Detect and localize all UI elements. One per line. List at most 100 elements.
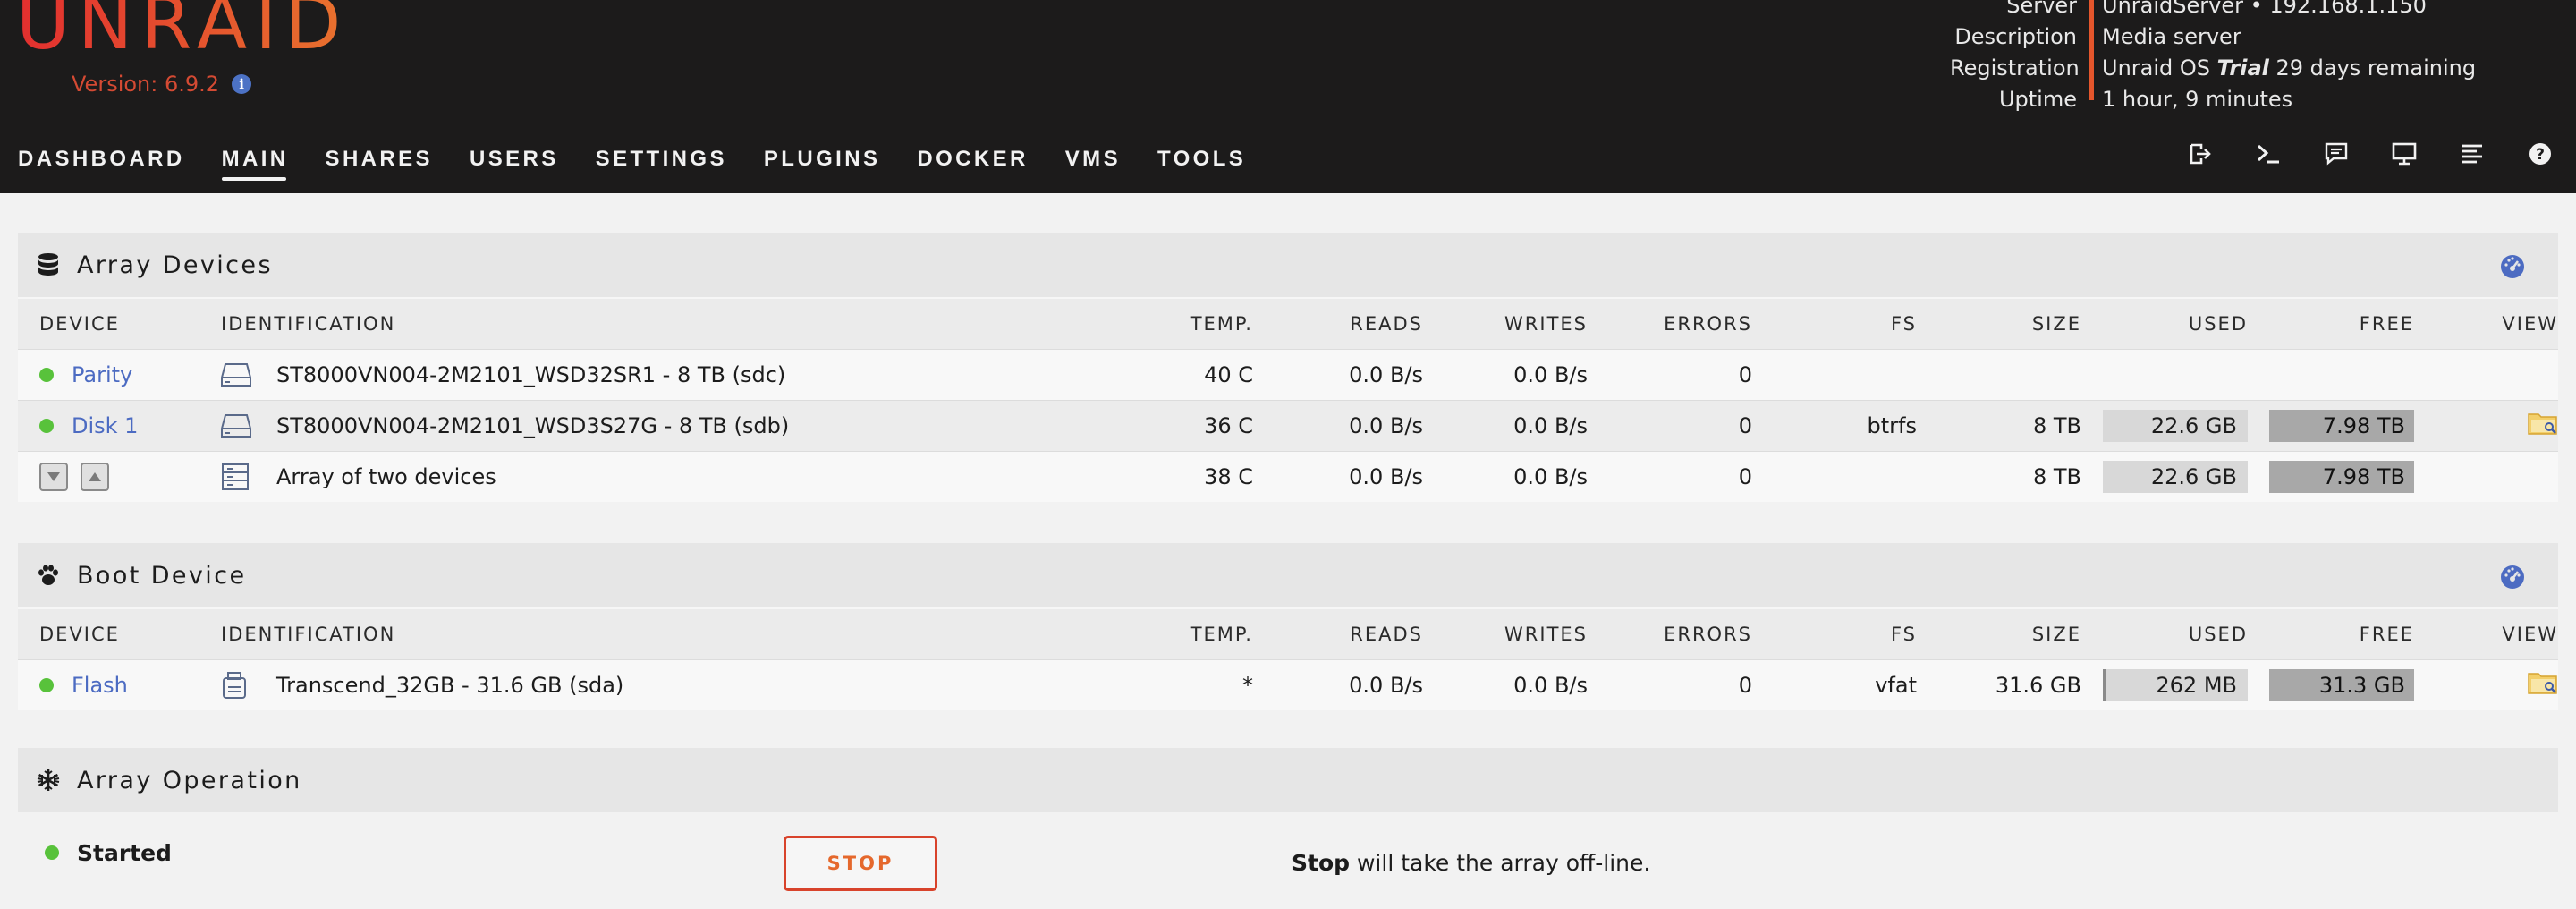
server-info: Server UnraidServer • 192.168.1.150 Desc… — [1950, 0, 2576, 115]
temp-cell: * — [1242, 673, 1253, 698]
table-header: DEVICE IDENTIFICATION TEMP. READS WRITES… — [18, 607, 2558, 659]
used-cell: 22.6 GB — [2081, 461, 2248, 493]
registration-trial: Trial — [2216, 55, 2269, 81]
writes-cell[interactable]: 0.0 B/s — [1423, 673, 1588, 698]
col-fs: FS — [1890, 624, 1917, 645]
writes-cell[interactable]: 0.0 B/s — [1423, 413, 1588, 438]
device-link[interactable]: Parity — [72, 362, 132, 387]
registration-suffix: 29 days remaining — [2268, 55, 2477, 81]
reads-cell[interactable]: 0.0 B/s — [1258, 362, 1423, 387]
col-identification: IDENTIFICATION — [221, 624, 396, 645]
col-errors: ERRORS — [1664, 624, 1752, 645]
tab-docker[interactable]: DOCKER — [917, 147, 1028, 172]
registration-value[interactable]: Unraid OS Trial 29 days remaining — [2089, 55, 2476, 81]
terminal-icon[interactable] — [2256, 141, 2281, 166]
device-identification[interactable]: ST8000VN004-2M2101_WSD3S27G - 8 TB (sdb) — [276, 413, 789, 438]
col-fs: FS — [1890, 313, 1917, 335]
identification-cell: ST8000VN004-2M2101_WSD3S27G - 8 TB (sdb) — [221, 412, 1142, 440]
section-title: Array Operation — [77, 766, 302, 794]
device-cell: Parity — [18, 362, 221, 387]
speed-gauge-icon[interactable] — [2499, 252, 2526, 279]
col-free: FREE — [2359, 624, 2414, 645]
device-cell — [18, 463, 221, 491]
reads-cell[interactable]: 0.0 B/s — [1258, 464, 1423, 489]
array-operation-section: Array Operation Started STOP Stop will t… — [18, 748, 2558, 893]
device-link[interactable]: Flash — [72, 673, 128, 698]
description-value: Media server — [2102, 23, 2241, 49]
description-label: Description — [1954, 23, 2077, 49]
tab-shares[interactable]: SHARES — [326, 147, 433, 172]
display-icon[interactable] — [2392, 141, 2417, 166]
device-cell: Flash — [18, 673, 221, 698]
boot-device-header: Boot Device — [18, 543, 2558, 607]
identification-cell: Array of two devices — [221, 463, 1142, 491]
browse-folder-icon[interactable] — [2528, 411, 2558, 436]
table-row-summary: Array of two devices 38 C 0.0 B/s 0.0 B/… — [18, 451, 2558, 502]
used-cell: 262 MB — [2081, 669, 2248, 701]
errors-cell: 0 — [1738, 362, 1752, 387]
reads-cell[interactable]: 0.0 B/s — [1258, 413, 1423, 438]
tab-tools[interactable]: TOOLS — [1157, 147, 1246, 172]
writes-cell[interactable]: 0.0 B/s — [1423, 464, 1588, 489]
errors-cell: 0 — [1738, 673, 1752, 698]
logout-icon[interactable] — [2188, 141, 2213, 166]
col-errors: ERRORS — [1664, 313, 1752, 335]
stop-button[interactable]: STOP — [784, 836, 937, 891]
writes-cell[interactable]: 0.0 B/s — [1423, 362, 1588, 387]
tab-plugins[interactable]: PLUGINS — [764, 147, 880, 172]
server-info-divider — [2089, 0, 2094, 100]
spin-down-button[interactable] — [39, 463, 68, 491]
info-icon[interactable]: i — [232, 74, 252, 94]
server-label: Server — [2006, 0, 2077, 18]
hdd-icon — [221, 361, 251, 389]
col-temp: TEMP. — [1190, 313, 1253, 335]
tab-settings[interactable]: SETTINGS — [596, 147, 727, 172]
stop-note-text: will take the array off-line. — [1350, 850, 1651, 876]
col-size: SIZE — [2031, 313, 2081, 335]
speed-gauge-icon[interactable] — [2499, 563, 2526, 590]
server-value: UnraidServer • 192.168.1.150 — [2102, 0, 2427, 18]
tab-dashboard[interactable]: DASHBOARD — [18, 147, 185, 172]
array-status: Started — [77, 839, 172, 866]
size-cell: 31.6 GB — [1995, 673, 2081, 698]
log-icon[interactable] — [2460, 141, 2485, 166]
paw-icon — [36, 563, 61, 588]
col-writes: WRITES — [1504, 624, 1588, 645]
unraid-logo[interactable]: UNRAID — [16, 0, 349, 61]
view-cell — [2414, 670, 2558, 701]
errors-cell: 0 — [1738, 464, 1752, 489]
browse-folder-icon[interactable] — [2528, 670, 2558, 695]
device-identification[interactable]: ST8000VN004-2M2101_WSD32SR1 - 8 TB (sdc) — [276, 362, 785, 387]
status-dot — [45, 845, 59, 860]
used-bar: 22.6 GB — [2103, 410, 2248, 442]
device-link[interactable]: Disk 1 — [72, 413, 138, 438]
array-list-icon — [221, 463, 251, 491]
table-header: DEVICE IDENTIFICATION TEMP. READS WRITES… — [18, 297, 2558, 349]
col-device: DEVICE — [39, 624, 120, 645]
reads-cell[interactable]: 0.0 B/s — [1258, 673, 1423, 698]
table-row: Disk 1 ST8000VN004-2M2101_WSD3S27G - 8 T… — [18, 400, 2558, 451]
col-reads: READS — [1350, 313, 1423, 335]
database-icon — [36, 252, 61, 277]
help-icon[interactable]: ? — [2528, 141, 2553, 166]
stop-note: Stop will take the array off-line. — [1292, 850, 1650, 876]
spin-up-button[interactable] — [80, 463, 109, 491]
tab-main[interactable]: MAIN — [221, 147, 289, 181]
device-identification[interactable]: Transcend_32GB - 31.6 GB (sda) — [276, 673, 623, 698]
free-cell: 31.3 GB — [2248, 669, 2414, 701]
tab-users[interactable]: USERS — [470, 147, 559, 172]
size-cell: 8 TB — [2032, 413, 2081, 438]
col-view: VIEW — [2502, 313, 2558, 335]
col-writes: WRITES — [1504, 313, 1588, 335]
col-identification: IDENTIFICATION — [221, 313, 396, 335]
feedback-icon[interactable] — [2324, 141, 2349, 166]
main-nav: DASHBOARD MAIN SHARES USERS SETTINGS PLU… — [0, 141, 1265, 181]
snowflake-icon — [36, 768, 61, 793]
boot-device-section: Boot Device DEVICE IDENTIFICATION TEMP. … — [18, 543, 2558, 710]
free-bar: 7.98 TB — [2269, 410, 2414, 442]
temp-cell: 40 C — [1204, 362, 1253, 387]
tab-vms[interactable]: VMS — [1065, 147, 1121, 172]
array-devices-section: Array Devices DEVICE IDENTIFICATION TEMP… — [18, 233, 2558, 502]
table-row: Flash Transcend_32GB - 31.6 GB (sda) * 0… — [18, 659, 2558, 710]
section-title: Array Devices — [77, 251, 273, 279]
